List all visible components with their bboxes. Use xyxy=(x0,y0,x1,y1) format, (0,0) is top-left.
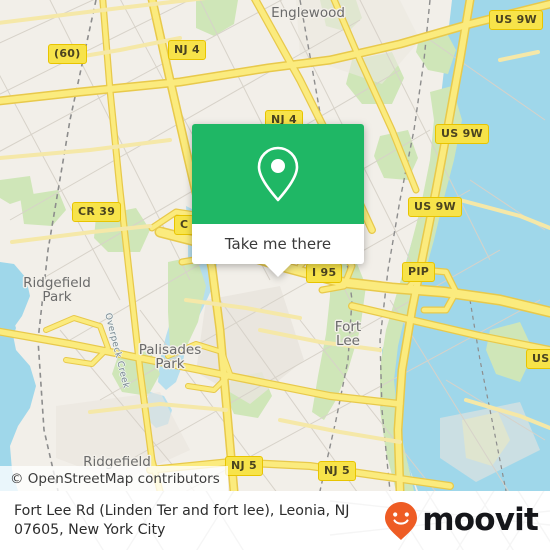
map-canvas[interactable]: Englewood Ridgefield Park Palisades Park… xyxy=(0,0,550,491)
osm-attribution-text: © OpenStreetMap contributors xyxy=(10,470,220,487)
take-me-there-button[interactable]: Take me there xyxy=(192,224,364,264)
bottom-info-bar: Fort Lee Rd (Linden Ter and fort lee), L… xyxy=(0,491,550,550)
moovit-logo[interactable]: moovit xyxy=(384,501,539,541)
highway-shield-i95: I 95 xyxy=(306,263,343,283)
map-screenshot: Englewood Ridgefield Park Palisades Park… xyxy=(0,0,550,550)
highway-shield-nj5: NJ 5 xyxy=(225,456,263,476)
highway-shield-60: (60) xyxy=(48,44,87,64)
moovit-wordmark: moovit xyxy=(422,502,539,538)
map-pin-icon xyxy=(257,146,299,202)
highway-shield-nj5: NJ 5 xyxy=(318,461,356,481)
highway-shield-us9w: US 9W xyxy=(435,124,489,144)
highway-shield-cr39: CR 39 xyxy=(72,202,122,222)
location-popup-card[interactable]: Take me there xyxy=(192,124,364,277)
highway-shield-us9: US 9 xyxy=(526,349,550,369)
highway-shield-us9w: US 9W xyxy=(408,197,462,217)
moovit-smiling-pin-icon xyxy=(385,501,418,540)
highway-shield-us9w: US 9W xyxy=(489,10,543,30)
osm-attribution[interactable]: © OpenStreetMap contributors xyxy=(0,466,228,491)
highway-shield-nj4: NJ 4 xyxy=(168,40,206,60)
highway-shield-pip: PIP xyxy=(402,262,436,282)
popup-header xyxy=(192,124,364,224)
address-label: Fort Lee Rd (Linden Ter and fort lee), L… xyxy=(14,502,350,538)
take-me-there-label: Take me there xyxy=(224,235,332,253)
popup-tail-pointer xyxy=(265,264,291,277)
